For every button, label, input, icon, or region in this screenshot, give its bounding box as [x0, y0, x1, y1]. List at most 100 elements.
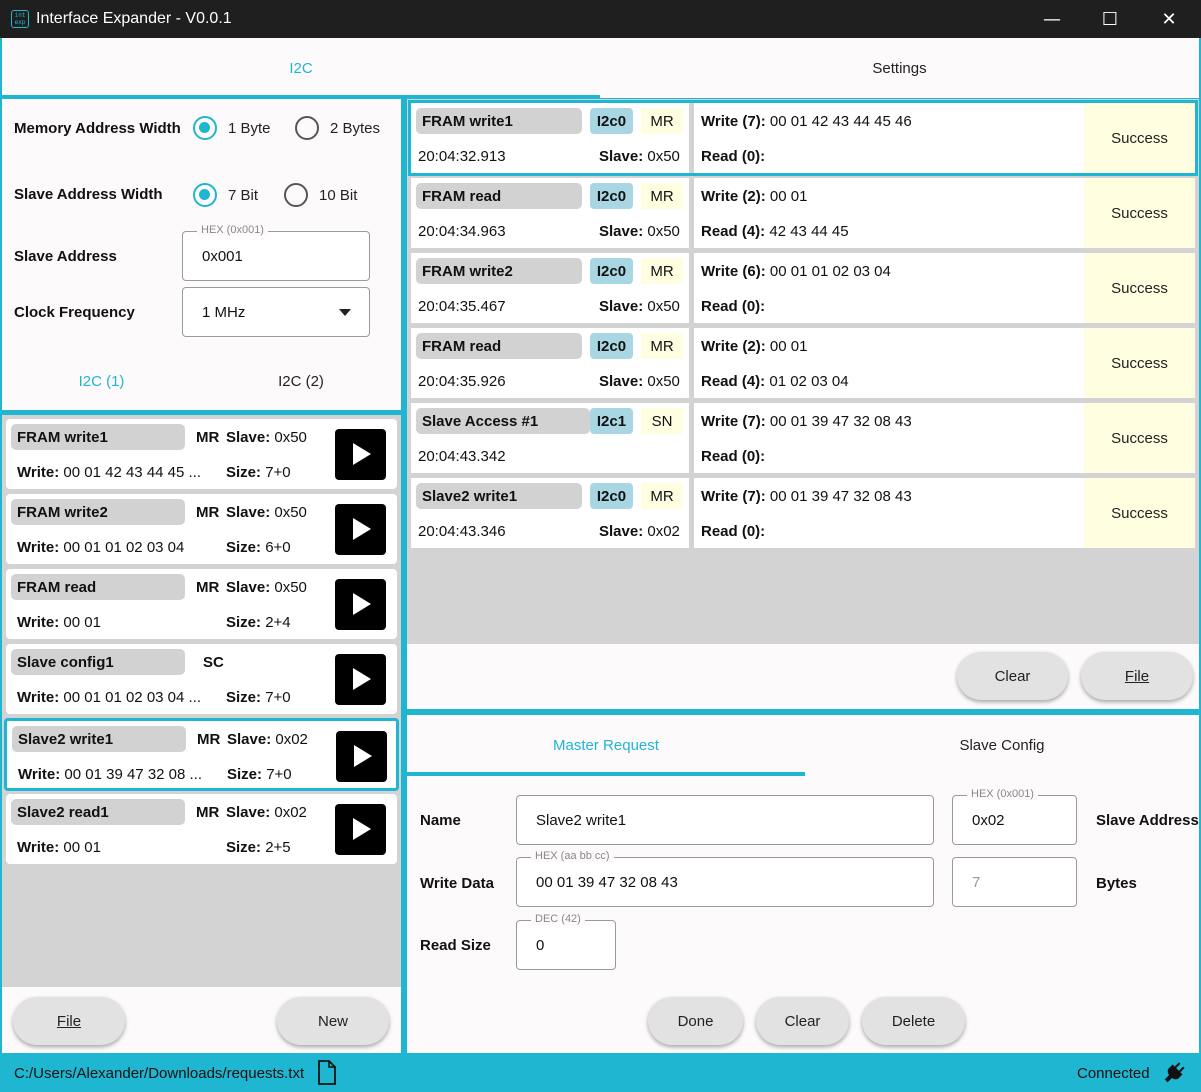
editor-tab-indicator: [407, 772, 805, 776]
log-entry-data: Write (7): 00 01 42 43 44 45 46 Read (0)…: [694, 103, 1084, 173]
maximize-button[interactable]: ☐: [1081, 0, 1139, 38]
request-mode: MR: [196, 579, 220, 596]
request-item[interactable]: Slave config1 SC Write: 00 01 01 02 03 0…: [6, 644, 397, 714]
play-icon[interactable]: [335, 804, 386, 855]
log-panel: FRAM write1 I2c0 MR 20:04:32.913 Slave: …: [407, 99, 1199, 709]
slave-address-hint: HEX (0x001): [197, 224, 268, 236]
log-entry[interactable]: FRAM read I2c0 MR 20:04:35.926 Slave: 0x…: [411, 328, 1195, 398]
request-item[interactable]: FRAM write1 MR Slave: 0x50 Write: 00 01 …: [6, 419, 397, 489]
tab-slave-config[interactable]: Slave Config: [805, 715, 1199, 775]
request-size: Size: 7+0: [226, 689, 291, 706]
log-entry-data: Write (2): 00 01 Read (4): 01 02 03 04: [694, 328, 1084, 398]
tab-master-request[interactable]: Master Request: [407, 715, 805, 775]
log-entry-data: Write (2): 00 01 Read (4): 42 43 44 45: [694, 178, 1084, 248]
radio-1-byte[interactable]: [193, 116, 217, 140]
file-icon[interactable]: [317, 1060, 337, 1085]
log-entry-name: FRAM write1: [416, 108, 582, 134]
title-bar[interactable]: int exp Interface Expander - V0.0.1 — ☐ …: [0, 0, 1201, 38]
window-title: Interface Expander - V0.0.1: [36, 10, 232, 27]
log-entry-selected[interactable]: FRAM write1 I2c0 MR 20:04:32.913 Slave: …: [408, 100, 1198, 176]
log-entry-write: Write (7): 00 01 39 47 32 08 43: [701, 488, 912, 505]
log-entry-mode: SN: [641, 408, 683, 434]
clock-frequency-select[interactable]: 1 MHz: [182, 287, 370, 337]
tab-i2c-2[interactable]: I2C (2): [201, 352, 401, 410]
log-entry-mode: MR: [641, 108, 683, 134]
log-entry-name: FRAM read: [416, 333, 582, 359]
write-data-value: 00 01 39 47 32 08 43: [536, 874, 678, 891]
radio-7-bit[interactable]: [193, 183, 217, 207]
request-size: Size: 6+0: [226, 539, 291, 556]
log-entry-slave: Slave: 0x02: [599, 523, 680, 540]
read-size-input[interactable]: DEC (42) 0: [516, 913, 616, 970]
app-icon: int exp: [11, 10, 29, 28]
log-entry-time: 20:04:35.926: [418, 373, 506, 390]
radio-10-bit-label: 10 Bit: [319, 187, 358, 204]
slave-address-label: Slave Address: [14, 248, 117, 265]
log-entry-write: Write (2): 00 01: [701, 338, 808, 355]
slave-address-label: Slave Address: [1096, 812, 1199, 829]
request-item[interactable]: FRAM read MR Slave: 0x50 Write: 00 01 Si…: [6, 569, 397, 639]
done-button[interactable]: Done: [648, 997, 743, 1045]
log-entry-data: Write (7): 00 01 39 47 32 08 43 Read (0)…: [694, 403, 1084, 473]
log-entry-name: FRAM write2: [416, 258, 582, 284]
request-item[interactable]: FRAM write2 MR Slave: 0x50 Write: 00 01 …: [6, 494, 397, 564]
log-entry-mode: MR: [641, 258, 683, 284]
memory-address-width-label: Memory Address Width: [14, 120, 181, 137]
log-entry-bus: I2c0: [590, 108, 633, 134]
left-toolbar: File New: [2, 987, 401, 1053]
radio-2-bytes[interactable]: [295, 116, 319, 140]
log-entry-info: Slave2 write1 I2c0 MR 20:04:43.346 Slave…: [411, 478, 689, 548]
play-icon[interactable]: [335, 504, 386, 555]
log-entry-slave: Slave: 0x50: [599, 373, 680, 390]
log-entry[interactable]: FRAM read I2c0 MR 20:04:34.963 Slave: 0x…: [411, 178, 1195, 248]
log-entry[interactable]: FRAM write2 I2c0 MR 20:04:35.467 Slave: …: [411, 253, 1195, 323]
slave-address-input[interactable]: HEX (0x001) 0x001: [182, 224, 370, 281]
log-entry-status: Success: [1084, 328, 1195, 398]
main-tabs: I2C Settings: [2, 38, 1199, 98]
play-icon[interactable]: [336, 731, 387, 782]
log-file-button[interactable]: File: [1081, 652, 1193, 700]
tab-indicator: [2, 95, 600, 98]
clear-button[interactable]: Clear: [756, 997, 849, 1045]
bytes-field: 7: [952, 857, 1077, 907]
file-path: C:/Users/Alexander/Downloads/requests.tx…: [14, 1065, 305, 1082]
delete-button[interactable]: Delete: [862, 997, 965, 1045]
slave-address-input[interactable]: HEX (0x001) 0x02: [952, 788, 1077, 845]
read-size-hint: DEC (42): [531, 913, 585, 925]
tab-i2c[interactable]: I2C: [2, 38, 600, 98]
log-entry-status: Success: [1084, 178, 1195, 248]
radio-10-bit[interactable]: [284, 183, 308, 207]
plug-icon[interactable]: [1161, 1060, 1187, 1086]
play-icon[interactable]: [335, 579, 386, 630]
request-mode: MR: [197, 731, 221, 748]
read-size-value: 0: [536, 937, 545, 954]
log-entry-status: Success: [1084, 478, 1195, 548]
clock-frequency-label: Clock Frequency: [14, 304, 135, 321]
play-icon[interactable]: [335, 429, 386, 480]
log-toolbar: Clear File: [407, 644, 1199, 709]
request-item-selected[interactable]: Slave2 write1 MR Slave: 0x02 Write: 00 0…: [4, 718, 399, 791]
file-button[interactable]: File: [13, 997, 125, 1045]
log-entry-info: FRAM read I2c0 MR 20:04:34.963 Slave: 0x…: [411, 178, 689, 248]
request-name: Slave config1: [11, 649, 185, 675]
name-label: Name: [420, 812, 461, 829]
write-data-input[interactable]: HEX (aa bb cc) 00 01 39 47 32 08 43: [516, 850, 934, 907]
tab-i2c-1[interactable]: I2C (1): [2, 352, 201, 410]
request-name: Slave2 read1: [11, 799, 185, 825]
log-entry-mode: MR: [641, 333, 683, 359]
log-entry[interactable]: Slave Access #1 I2c1 SN 20:04:43.342 Wri…: [411, 403, 1195, 473]
log-entry-slave: Slave: 0x50: [599, 223, 680, 240]
log-entry-info: FRAM read I2c0 MR 20:04:35.926 Slave: 0x…: [411, 328, 689, 398]
minimize-button[interactable]: —: [1023, 0, 1081, 38]
new-button[interactable]: New: [277, 997, 389, 1045]
clear-log-button[interactable]: Clear: [957, 652, 1068, 700]
name-input[interactable]: Slave2 write1: [516, 795, 934, 845]
log-entry-name: FRAM read: [416, 183, 582, 209]
slave-address-value: 0x001: [202, 248, 243, 265]
log-entry[interactable]: Slave2 write1 I2c0 MR 20:04:43.346 Slave…: [411, 478, 1195, 548]
tab-settings[interactable]: Settings: [600, 38, 1199, 98]
close-button[interactable]: ✕: [1140, 0, 1198, 38]
log-entry-write: Write (7): 00 01 39 47 32 08 43: [701, 413, 912, 430]
play-icon[interactable]: [335, 654, 386, 705]
request-item[interactable]: Slave2 read1 MR Slave: 0x02 Write: 00 01…: [6, 794, 397, 864]
